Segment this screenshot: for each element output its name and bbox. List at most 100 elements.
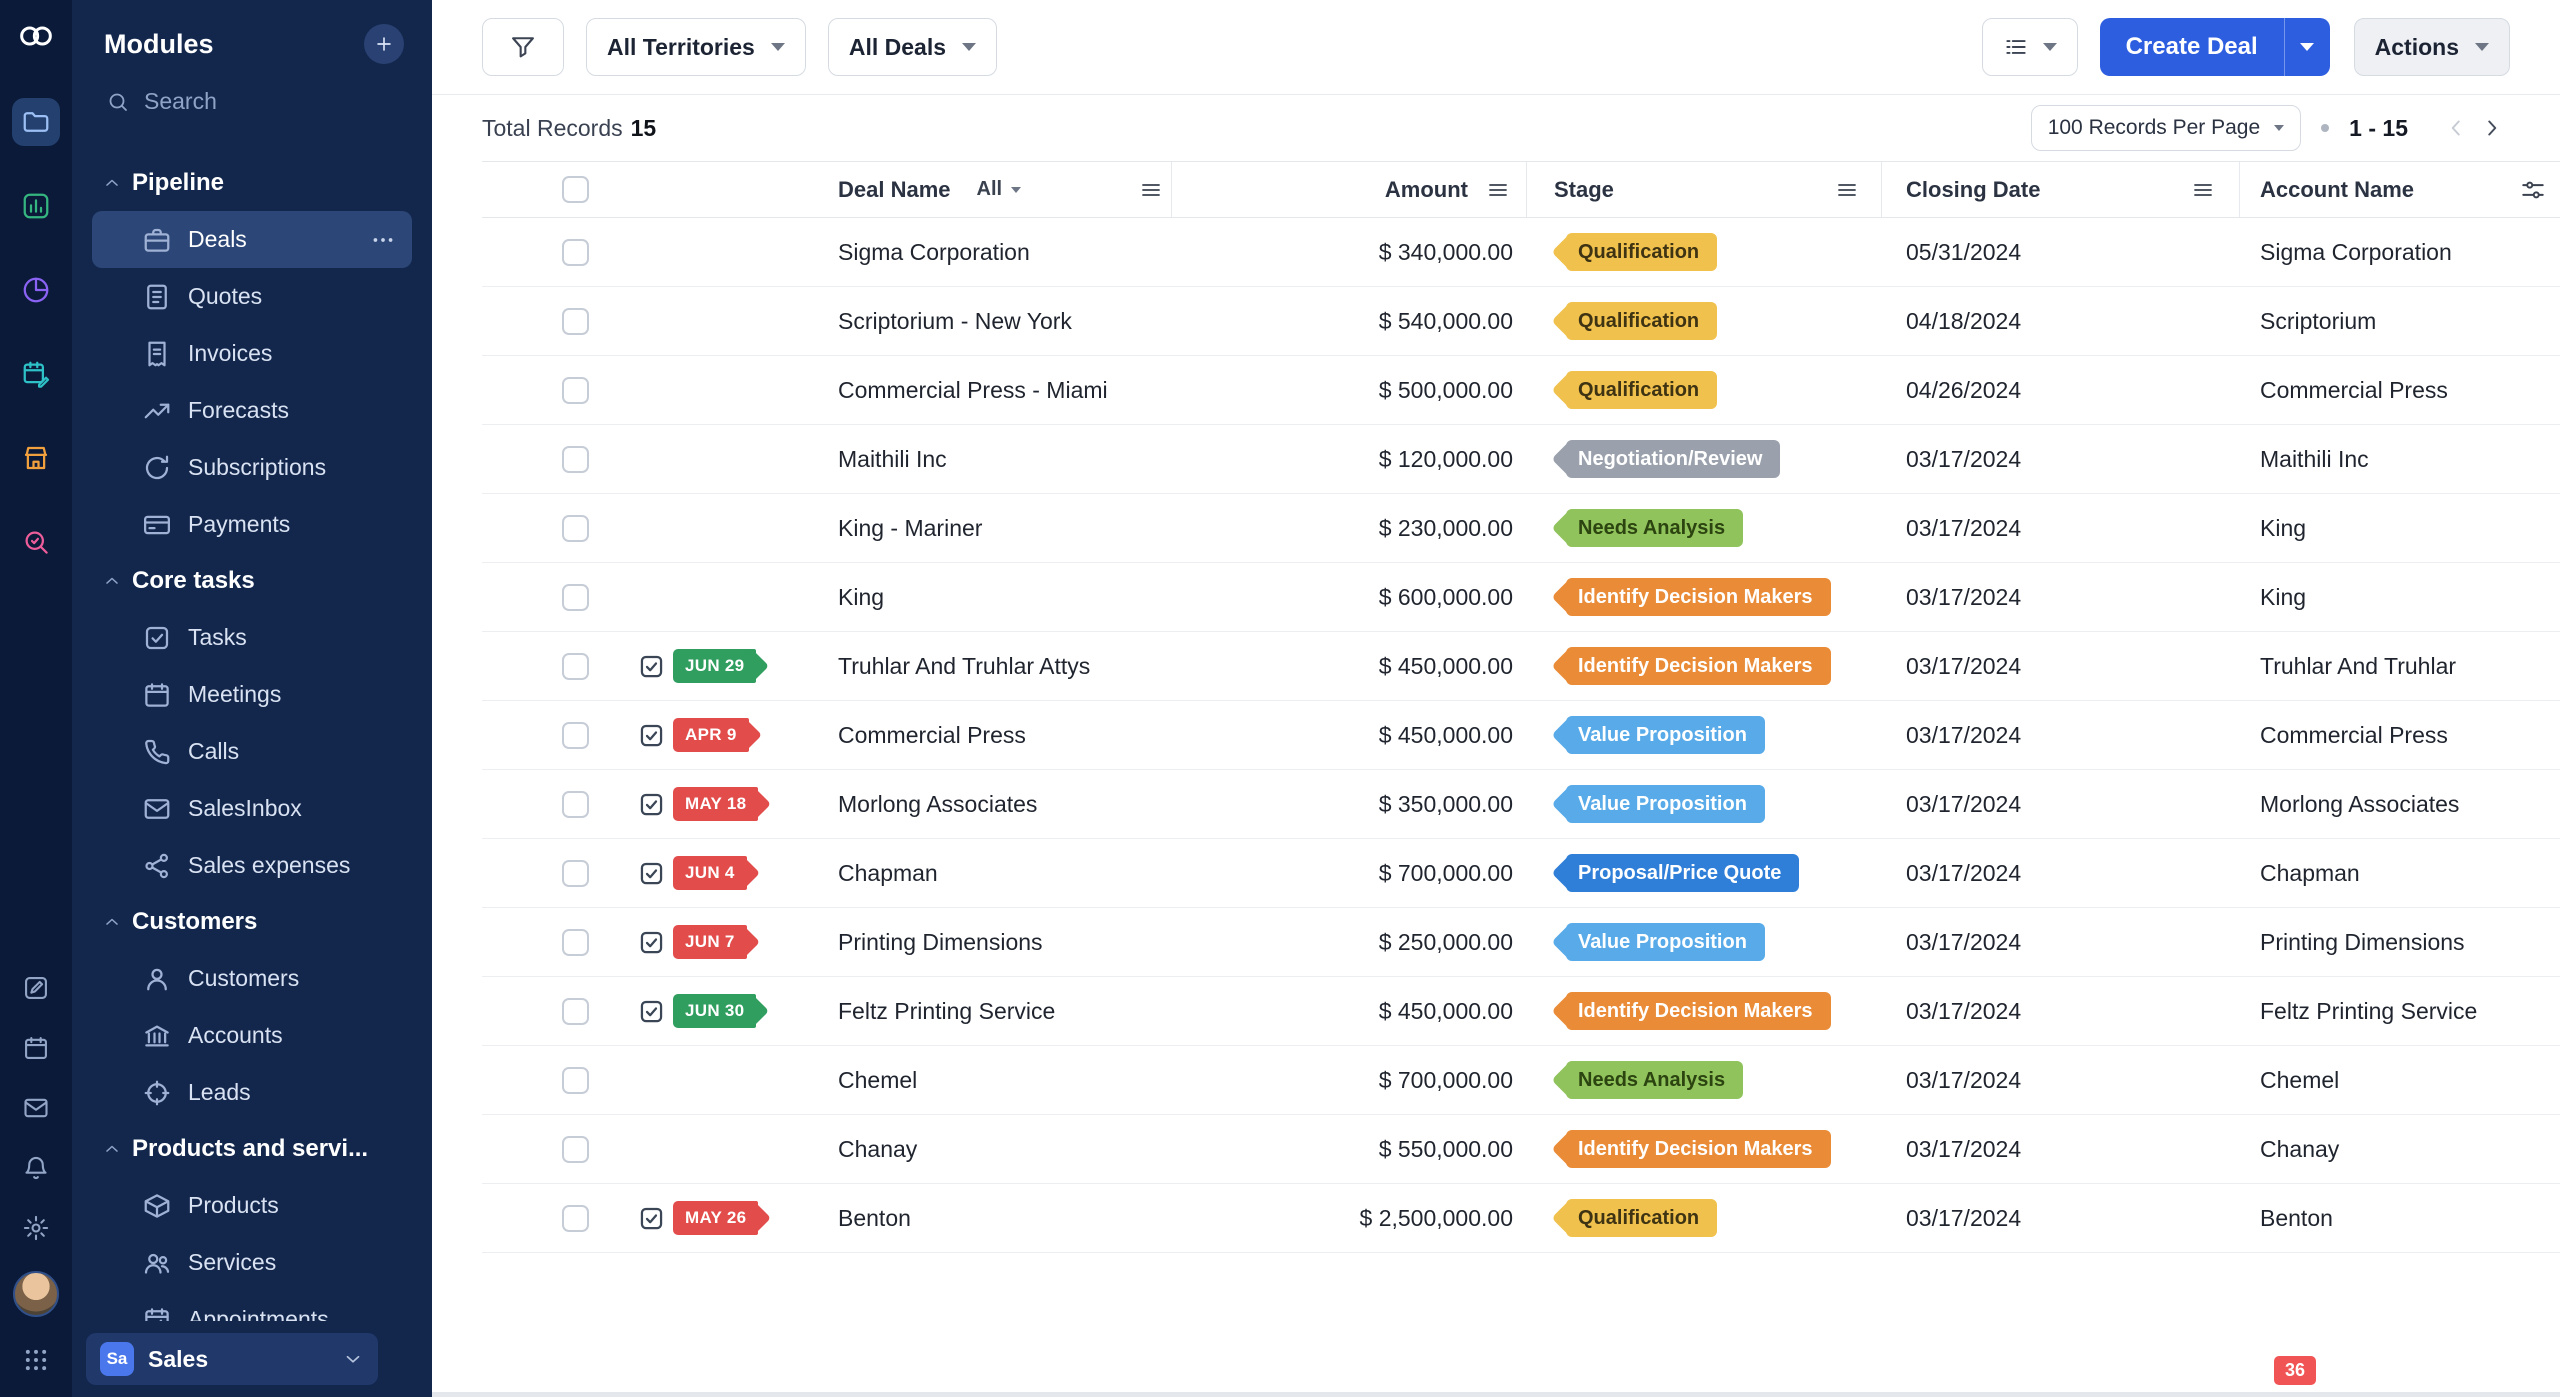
deal-name-link[interactable]: Chapman <box>838 860 938 887</box>
table-row[interactable]: Sigma Corporation $ 340,000.00 Qualificati… <box>482 218 2560 287</box>
deal-name-link[interactable]: Morlong Associates <box>838 791 1037 818</box>
sidebar-section-customers[interactable]: Customers <box>72 894 432 950</box>
sidebar-item-customers[interactable]: Customers <box>92 950 412 1007</box>
rail-app-grid-icon[interactable] <box>19 1343 53 1377</box>
view-type-selector[interactable] <box>1981 18 2078 76</box>
create-deal-button[interactable]: Create Deal <box>2099 18 2284 76</box>
view-filter-dropdown[interactable]: All Deals <box>827 18 997 76</box>
table-row[interactable]: Maithili Inc $ 120,000.00 Negotiation/Revi… <box>482 425 2560 494</box>
deal-name-link[interactable]: Commercial Press <box>838 722 1026 749</box>
deal-name-link[interactable]: Chemel <box>838 1067 917 1094</box>
table-row[interactable]: JUN 4 Chapman $ 700,000.00 Proposal/Price Q… <box>482 839 2560 908</box>
table-row[interactable]: MAY 26 Benton $ 2,500,000.00 Qualification 0… <box>482 1184 2560 1253</box>
row-checkbox[interactable] <box>562 1066 589 1094</box>
sidebar-item-accounts[interactable]: Accounts <box>92 1007 412 1064</box>
deal-name-link[interactable]: Sigma Corporation <box>838 239 1030 266</box>
deal-name-link[interactable]: Benton <box>838 1205 911 1232</box>
org-selector[interactable]: Sa Sales <box>86 1333 378 1385</box>
horizontal-scrollbar[interactable] <box>432 1392 2560 1397</box>
select-all-checkbox[interactable] <box>562 176 589 203</box>
sidebar-item-calls[interactable]: Calls <box>92 723 412 780</box>
filter-button[interactable] <box>482 18 564 76</box>
sidebar-item-services[interactable]: Services <box>92 1234 412 1291</box>
deal-name-link[interactable]: King - Mariner <box>838 515 982 542</box>
records-per-page-dropdown[interactable]: 100 Records Per Page <box>2030 105 2302 151</box>
sidebar-item-leads[interactable]: Leads <box>92 1064 412 1121</box>
deal-name-link[interactable]: Scriptorium - New York <box>838 308 1072 335</box>
sidebar-item-invoices[interactable]: Invoices <box>92 325 412 382</box>
row-checkbox[interactable] <box>562 445 589 473</box>
table-row[interactable]: MAY 18 Morlong Associates $ 350,000.00 Valu… <box>482 770 2560 839</box>
sidebar-section-core-tasks[interactable]: Core tasks <box>72 553 432 609</box>
sidebar-search[interactable]: Search <box>72 72 432 129</box>
column-menu-icon[interactable] <box>2191 178 2215 202</box>
next-page-button[interactable] <box>2474 115 2510 141</box>
row-checkbox[interactable] <box>562 1135 589 1163</box>
row-checkbox[interactable] <box>562 928 589 956</box>
sidebar-section-products-and-servi[interactable]: Products and servi... <box>72 1121 432 1177</box>
row-checkbox[interactable] <box>562 721 589 749</box>
deal-name-link[interactable]: Chanay <box>838 1136 917 1163</box>
column-menu-icon[interactable] <box>1486 178 1510 202</box>
rail-marketplace-icon[interactable] <box>12 434 60 482</box>
row-checkbox[interactable] <box>562 652 589 680</box>
rail-mail-icon[interactable] <box>19 1091 53 1125</box>
deal-name-link[interactable]: King <box>838 584 884 611</box>
column-menu-icon[interactable] <box>1835 178 1859 202</box>
deal-name-link[interactable]: Feltz Printing Service <box>838 998 1055 1025</box>
actions-dropdown[interactable]: Actions <box>2353 18 2510 76</box>
deal-name-filter-dropdown[interactable]: All <box>977 178 1022 201</box>
territory-filter-dropdown[interactable]: All Territories <box>586 18 806 76</box>
more-options-icon[interactable] <box>370 227 396 253</box>
row-checkbox[interactable] <box>562 307 589 335</box>
sidebar-item-subscriptions[interactable]: Subscriptions <box>92 439 412 496</box>
deal-name-link[interactable]: Truhlar And Truhlar Attys <box>838 653 1090 680</box>
sidebar-section-pipeline[interactable]: Pipeline <box>72 155 432 211</box>
column-settings-icon[interactable] <box>2520 177 2546 203</box>
table-row[interactable]: Chemel $ 700,000.00 Needs Analysis 03/17/20… <box>482 1046 2560 1115</box>
sidebar-item-sales-expenses[interactable]: Sales expenses <box>92 837 412 894</box>
table-row[interactable]: Commercial Press - Miami $ 500,000.00 Qual… <box>482 356 2560 425</box>
user-avatar[interactable] <box>13 1271 59 1317</box>
rail-settings-icon[interactable] <box>19 1211 53 1245</box>
table-row[interactable]: JUN 29 Truhlar And Truhlar Attys $ 450,000… <box>482 632 2560 701</box>
rail-analytics-icon[interactable] <box>12 182 60 230</box>
row-checkbox[interactable] <box>562 238 589 266</box>
table-row[interactable]: Chanay $ 550,000.00 Identify Decision Make… <box>482 1115 2560 1184</box>
table-row[interactable]: King $ 600,000.00 Identify Decision Makers… <box>482 563 2560 632</box>
table-row[interactable]: Scriptorium - New York $ 540,000.00 Qualif… <box>482 287 2560 356</box>
rail-planner-icon[interactable] <box>12 350 60 398</box>
table-row[interactable]: APR 9 Commercial Press $ 450,000.00 Value P… <box>482 701 2560 770</box>
sidebar-item-meetings[interactable]: Meetings <box>92 666 412 723</box>
row-checkbox[interactable] <box>562 1204 589 1232</box>
table-row[interactable]: JUN 30 Feltz Printing Service $ 450,000.00… <box>482 977 2560 1046</box>
create-deal-dropdown-button[interactable] <box>2283 18 2330 76</box>
rail-compose-icon[interactable] <box>19 971 53 1005</box>
sidebar-item-salesinbox[interactable]: SalesInbox <box>92 780 412 837</box>
table-row[interactable]: King - Mariner $ 230,000.00 Needs Analysis… <box>482 494 2560 563</box>
sidebar-item-products[interactable]: Products <box>92 1177 412 1234</box>
rail-calendar-icon[interactable] <box>19 1031 53 1065</box>
row-checkbox[interactable] <box>562 583 589 611</box>
deal-name-link[interactable]: Printing Dimensions <box>838 929 1043 956</box>
sidebar-item-forecasts[interactable]: Forecasts <box>92 382 412 439</box>
row-checkbox[interactable] <box>562 997 589 1025</box>
column-menu-icon[interactable] <box>1139 178 1163 202</box>
rail-modules-icon[interactable] <box>12 98 60 146</box>
add-module-button[interactable] <box>364 24 404 64</box>
sidebar-item-deals[interactable]: Deals <box>92 211 412 268</box>
rail-reports-icon[interactable] <box>12 266 60 314</box>
sidebar-item-payments[interactable]: Payments <box>92 496 412 553</box>
rail-notifications-icon[interactable] <box>19 1151 53 1185</box>
deal-name-link[interactable]: Commercial Press - Miami <box>838 377 1108 404</box>
row-checkbox[interactable] <box>562 376 589 404</box>
row-checkbox[interactable] <box>562 514 589 542</box>
sidebar-item-quotes[interactable]: Quotes <box>92 268 412 325</box>
row-checkbox[interactable] <box>562 859 589 887</box>
rail-insights-search-icon[interactable] <box>12 518 60 566</box>
row-checkbox[interactable] <box>562 790 589 818</box>
table-row[interactable]: JUN 7 Printing Dimensions $ 250,000.00 Valu… <box>482 908 2560 977</box>
sidebar-item-tasks[interactable]: Tasks <box>92 609 412 666</box>
deal-name-link[interactable]: Maithili Inc <box>838 446 947 473</box>
previous-page-button[interactable] <box>2438 115 2474 141</box>
